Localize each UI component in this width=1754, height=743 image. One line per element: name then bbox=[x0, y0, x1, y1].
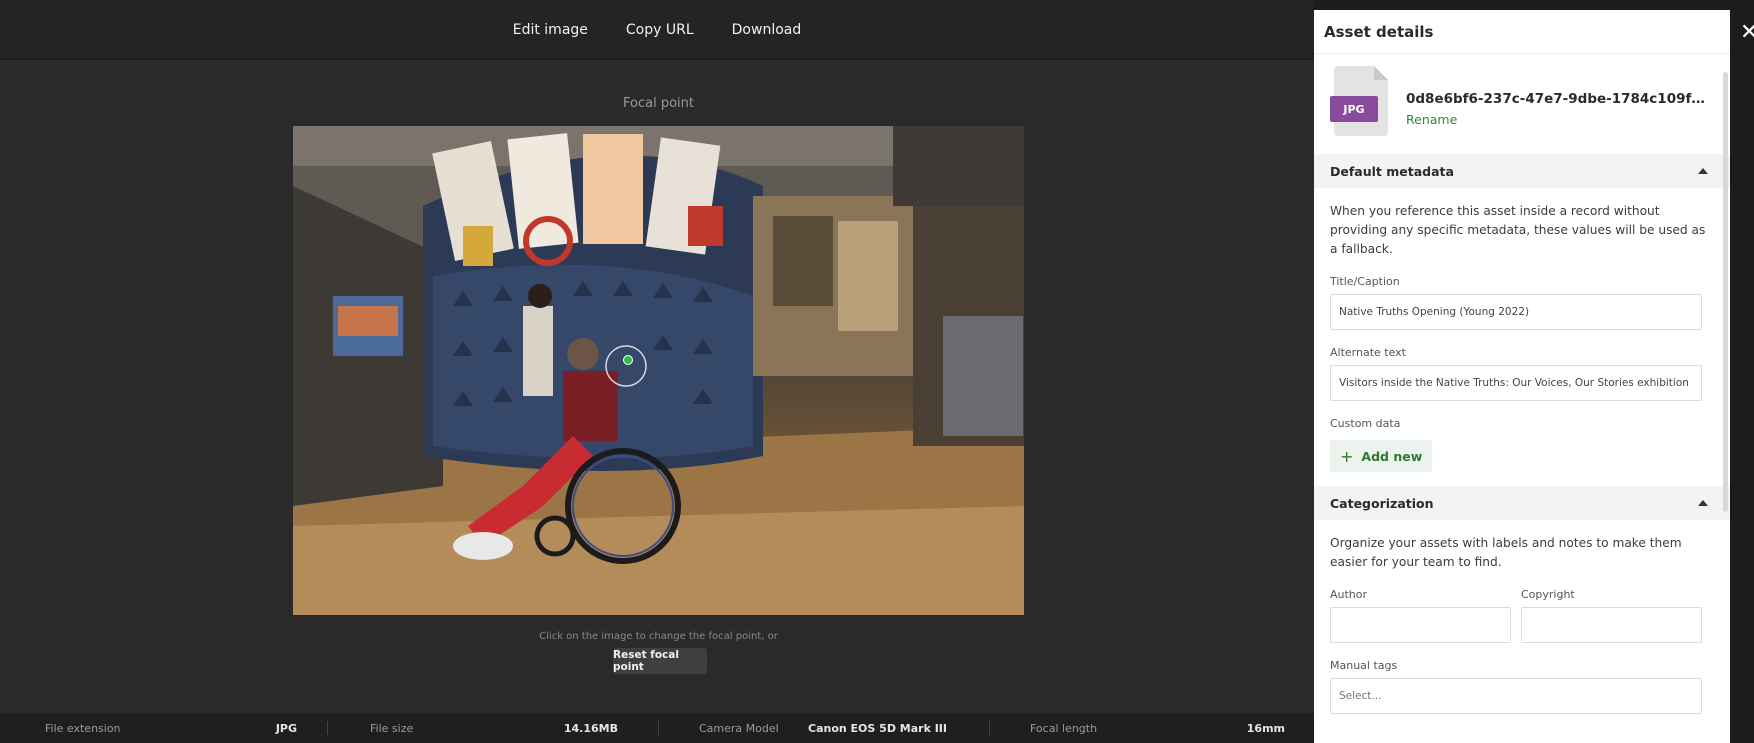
rename-link[interactable]: Rename bbox=[1406, 112, 1457, 127]
author-copyright-row: Author Copyright bbox=[1330, 572, 1714, 643]
focal-point-hint: Click on the image to change the focal p… bbox=[539, 631, 778, 642]
alt-text-input[interactable] bbox=[1330, 365, 1702, 401]
info-file-extension: File extension JPG bbox=[45, 722, 327, 735]
categorization-heading: Categorization bbox=[1330, 495, 1434, 511]
viewer-toolbar: Edit image Copy URL Download bbox=[0, 0, 1314, 60]
file-size-label: File size bbox=[370, 721, 414, 735]
info-file-size: File size 14.16MB bbox=[328, 722, 658, 735]
plus-icon: + bbox=[1340, 446, 1354, 466]
custom-data-label: Custom data bbox=[1330, 417, 1401, 430]
asset-details-panel: Asset details JPG 0d8e6bf6-237c-47e7-9db… bbox=[1314, 10, 1730, 743]
jpg-file-icon: JPG bbox=[1330, 66, 1388, 136]
copyright-input[interactable] bbox=[1521, 607, 1702, 643]
image-viewer: Edit image Copy URL Download Focal point bbox=[0, 0, 1314, 743]
file-type-badge: JPG bbox=[1342, 103, 1364, 116]
reset-focal-point-button[interactable]: Reset focal point bbox=[613, 648, 707, 674]
panel-header: Asset details bbox=[1314, 10, 1730, 54]
title-caption-input[interactable] bbox=[1330, 294, 1702, 330]
focal-length-value: 16mm bbox=[1246, 721, 1285, 735]
asset-image[interactable] bbox=[293, 126, 1024, 615]
close-icon[interactable]: ✕ bbox=[1740, 22, 1754, 44]
file-size-value: 14.16MB bbox=[563, 721, 618, 735]
info-focal-length: Focal length 16mm bbox=[990, 722, 1290, 735]
default-metadata-description: When you reference this asset inside a r… bbox=[1330, 204, 1706, 256]
file-extension-value: JPG bbox=[275, 721, 297, 735]
file-extension-label: File extension bbox=[45, 721, 121, 735]
photo-illustration bbox=[293, 126, 1024, 615]
default-metadata-header[interactable]: Default metadata bbox=[1314, 154, 1730, 188]
categorization-section: Organize your assets with labels and not… bbox=[1314, 520, 1730, 714]
manual-tags-select[interactable] bbox=[1330, 678, 1702, 714]
default-metadata-section: When you reference this asset inside a r… bbox=[1314, 188, 1730, 472]
info-camera-model: Camera Model Canon EOS 5D Mark III bbox=[659, 722, 989, 735]
author-label: Author bbox=[1330, 588, 1368, 601]
panel-scroll-area[interactable]: JPG 0d8e6bf6-237c-47e7-9dbe-1784c109f669… bbox=[1314, 54, 1730, 743]
download-button[interactable]: Download bbox=[728, 16, 806, 44]
panel-title: Asset details bbox=[1324, 22, 1434, 41]
add-new-label: Add new bbox=[1361, 448, 1423, 464]
camera-model-label: Camera Model bbox=[699, 721, 779, 735]
alt-text-label: Alternate text bbox=[1330, 346, 1406, 359]
title-caption-label: Title/Caption bbox=[1330, 275, 1400, 288]
camera-model-value: Canon EOS 5D Mark III bbox=[808, 721, 947, 735]
default-metadata-heading: Default metadata bbox=[1330, 163, 1454, 179]
categorization-description: Organize your assets with labels and not… bbox=[1330, 536, 1682, 569]
copyright-label: Copyright bbox=[1521, 588, 1575, 601]
file-summary: JPG 0d8e6bf6-237c-47e7-9dbe-1784c109f669… bbox=[1314, 54, 1730, 154]
focal-point-title: Focal point bbox=[623, 96, 694, 111]
file-info-bar: File extension JPG File size 14.16MB Cam… bbox=[0, 713, 1314, 743]
focal-length-label: Focal length bbox=[1030, 721, 1098, 735]
file-name: 0d8e6bf6-237c-47e7-9dbe-1784c109f669.j..… bbox=[1406, 91, 1706, 107]
copy-url-button[interactable]: Copy URL bbox=[622, 16, 698, 44]
author-input[interactable] bbox=[1330, 607, 1511, 643]
manual-tags-label: Manual tags bbox=[1330, 659, 1398, 672]
chevron-up-icon bbox=[1698, 500, 1708, 506]
chevron-up-icon bbox=[1698, 168, 1708, 174]
edit-image-button[interactable]: Edit image bbox=[509, 16, 592, 44]
add-custom-data-button[interactable]: + Add new bbox=[1330, 440, 1433, 472]
categorization-header[interactable]: Categorization bbox=[1314, 486, 1730, 520]
